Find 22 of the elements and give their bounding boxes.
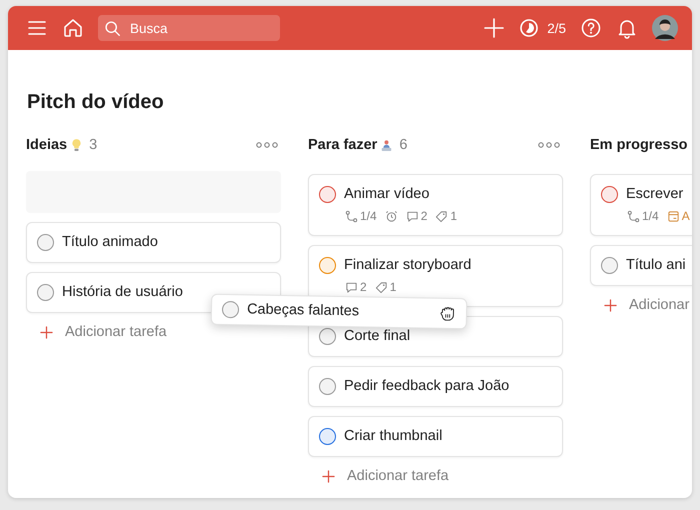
task-title: Escrever: [626, 186, 684, 203]
section-title: Ideias: [26, 137, 68, 153]
task-title: História de usuário: [62, 284, 183, 301]
task-meta-text: 2: [420, 209, 428, 224]
task-meta-text: 1/4: [360, 209, 377, 224]
task-title: Título ani: [626, 257, 686, 274]
task-meta-text: 1/4: [642, 209, 659, 224]
task-title: Criar thumbnail: [344, 428, 442, 445]
task-title: Título animado: [62, 234, 158, 251]
section-title: Para fazer: [308, 137, 378, 153]
task-count: 3: [89, 137, 98, 153]
task-meta-text: 1: [450, 209, 458, 224]
task-title: Pedir feedback para João: [344, 378, 510, 395]
task-meta-text: 2: [360, 280, 367, 295]
section-title: Em progresso: [590, 137, 688, 153]
task-title: Finalizar storyboard: [344, 257, 472, 274]
task-meta-text: 1: [390, 280, 396, 295]
task-count: 6: [399, 137, 408, 153]
task-title: Corte final: [344, 328, 410, 345]
project-title: Pitch do vídeo: [27, 90, 165, 114]
task-title: Animar vídeo: [344, 186, 430, 203]
task-meta-text: A: [682, 209, 690, 224]
